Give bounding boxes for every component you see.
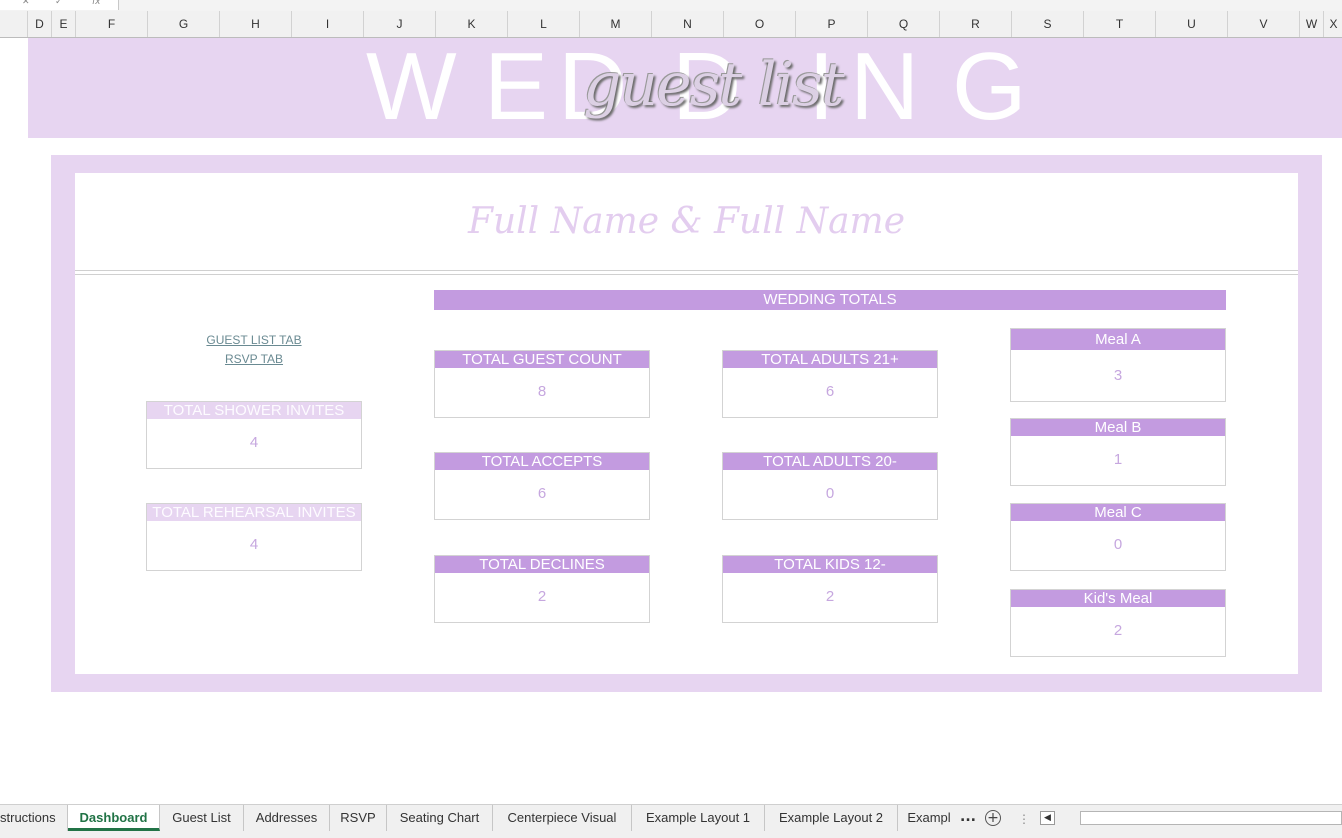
card-label: TOTAL GUEST COUNT <box>435 351 649 368</box>
tab-overflow-icon[interactable]: ... <box>960 805 976 831</box>
card-label: Meal A <box>1011 329 1225 350</box>
card-value: 6 <box>825 383 835 400</box>
tab-seating-chart[interactable]: Seating Chart <box>387 805 493 831</box>
meal-a-card[interactable]: Meal A 3 <box>1010 328 1226 402</box>
divider <box>75 270 1298 275</box>
tab-example-layout-1[interactable]: Example Layout 1 <box>632 805 765 831</box>
rsvp-tab-link[interactable]: RSVP TAB <box>146 352 362 366</box>
wedding-banner: WEDDING guest list <box>28 38 1342 138</box>
column-header-r[interactable]: R <box>940 11 1012 37</box>
adults-20-card[interactable]: TOTAL ADULTS 20- 0 <box>722 452 938 520</box>
scroll-left-icon[interactable]: ◀ <box>1040 811 1055 825</box>
column-header-n[interactable]: N <box>652 11 724 37</box>
couple-name[interactable]: Full Name & Full Name <box>75 201 1298 242</box>
column-header-s[interactable]: S <box>1012 11 1084 37</box>
dashboard-frame: Full Name & Full Name WEDDING TOTALS GUE… <box>51 155 1322 692</box>
adults-21-card[interactable]: TOTAL ADULTS 21+ 6 <box>722 350 938 418</box>
name-box[interactable]: ✕ ✓ fx <box>0 0 119 10</box>
add-sheet-icon[interactable]: + <box>985 810 1001 826</box>
column-header-t[interactable]: T <box>1084 11 1156 37</box>
column-header-m[interactable]: M <box>580 11 652 37</box>
card-label: Meal B <box>1011 419 1225 436</box>
tab-instructions[interactable]: structions <box>0 805 68 831</box>
accepts-card[interactable]: TOTAL ACCEPTS 6 <box>434 452 650 520</box>
column-header-j[interactable]: J <box>364 11 436 37</box>
select-all-corner[interactable] <box>0 11 28 37</box>
tab-example-truncated[interactable]: Exampl <box>898 805 960 831</box>
card-label: TOTAL DECLINES <box>435 556 649 573</box>
shower-invites-card[interactable]: TOTAL SHOWER INVITES 4 <box>146 401 362 469</box>
card-label: Meal C <box>1011 504 1225 521</box>
meal-b-card[interactable]: Meal B 1 <box>1010 418 1226 486</box>
banner-letter: G <box>952 38 1027 138</box>
fx-label[interactable]: fx <box>92 0 101 7</box>
card-label: TOTAL REHEARSAL INVITES <box>147 504 361 521</box>
tab-guest-list[interactable]: Guest List <box>160 805 244 831</box>
card-label: TOTAL ADULTS 20- <box>723 453 937 470</box>
card-label: Kid's Meal <box>1011 590 1225 607</box>
card-value: 6 <box>537 485 547 502</box>
declines-card[interactable]: TOTAL DECLINES 2 <box>434 555 650 623</box>
column-header-d[interactable]: D <box>28 11 52 37</box>
tab-addresses[interactable]: Addresses <box>244 805 330 831</box>
tab-splitter-icon[interactable]: ⋮ <box>1018 812 1030 826</box>
dashboard-panel: Full Name & Full Name WEDDING TOTALS GUE… <box>75 173 1298 674</box>
sheet-area: WEDDING guest list Full Name & Full Name… <box>0 38 1342 802</box>
column-header-q[interactable]: Q <box>868 11 940 37</box>
card-value: 2 <box>1113 622 1123 639</box>
card-value: 4 <box>249 434 259 451</box>
card-value: 0 <box>825 485 835 502</box>
column-header-h[interactable]: H <box>220 11 292 37</box>
cancel-icon[interactable]: ✕ <box>22 0 30 7</box>
column-header-g[interactable]: G <box>148 11 220 37</box>
banner-letter: E <box>484 38 549 138</box>
guest-list-tab-link[interactable]: GUEST LIST TAB <box>146 333 362 347</box>
card-value: 2 <box>825 588 835 605</box>
banner-letter: W <box>366 38 457 138</box>
enter-icon[interactable]: ✓ <box>55 0 63 7</box>
meal-c-card[interactable]: Meal C 0 <box>1010 503 1226 571</box>
column-header-row: DEFGHIJKLMNOPQRSTUVWX <box>0 11 1342 38</box>
card-label: TOTAL ADULTS 21+ <box>723 351 937 368</box>
banner-subtitle: guest list <box>583 50 845 120</box>
column-header-v[interactable]: V <box>1228 11 1300 37</box>
guest-count-card[interactable]: TOTAL GUEST COUNT 8 <box>434 350 650 418</box>
card-value: 0 <box>1113 536 1123 553</box>
horizontal-scrollbar[interactable] <box>1080 811 1342 825</box>
column-header-l[interactable]: L <box>508 11 580 37</box>
card-value: 2 <box>537 588 547 605</box>
column-header-i[interactable]: I <box>292 11 364 37</box>
column-header-u[interactable]: U <box>1156 11 1228 37</box>
tab-dashboard[interactable]: Dashboard <box>68 805 160 831</box>
tab-centerpiece-visual[interactable]: Centerpiece Visual <box>493 805 632 831</box>
column-header-f[interactable]: F <box>76 11 148 37</box>
rehearsal-invites-card[interactable]: TOTAL REHEARSAL INVITES 4 <box>146 503 362 571</box>
card-label: TOTAL SHOWER INVITES <box>147 402 361 419</box>
column-header-w[interactable]: W <box>1300 11 1324 37</box>
kids-meal-card[interactable]: Kid's Meal 2 <box>1010 589 1226 657</box>
column-header-k[interactable]: K <box>436 11 508 37</box>
card-value: 8 <box>537 383 547 400</box>
sheet-tab-bar: structions Dashboard Guest List Addresse… <box>0 804 1342 838</box>
kids-12-card[interactable]: TOTAL KIDS 12- 2 <box>722 555 938 623</box>
column-header-p[interactable]: P <box>796 11 868 37</box>
card-label: TOTAL ACCEPTS <box>435 453 649 470</box>
card-value: 3 <box>1113 367 1123 384</box>
tab-example-layout-2[interactable]: Example Layout 2 <box>765 805 898 831</box>
wedding-totals-header: WEDDING TOTALS <box>434 290 1226 310</box>
card-value: 1 <box>1113 451 1123 468</box>
card-label: TOTAL KIDS 12- <box>723 556 937 573</box>
column-header-o[interactable]: O <box>724 11 796 37</box>
card-value: 4 <box>249 536 259 553</box>
column-header-x[interactable]: X <box>1324 11 1342 37</box>
tab-rsvp[interactable]: RSVP <box>330 805 387 831</box>
column-header-e[interactable]: E <box>52 11 76 37</box>
